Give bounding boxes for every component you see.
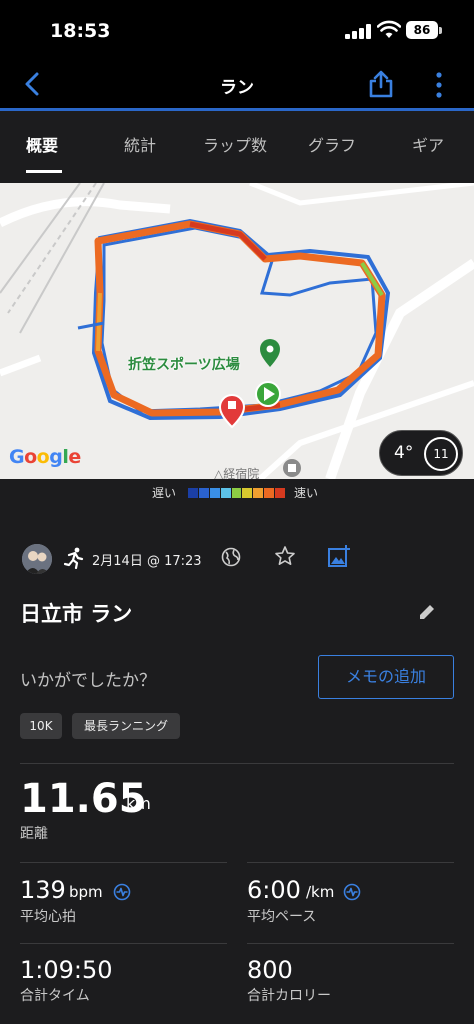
google-logo: Google: [9, 446, 81, 468]
divider: [247, 862, 454, 863]
privacy-globe-icon[interactable]: [221, 547, 241, 567]
tab-bar: 概要 統計 ラップ数 グラフ ギア: [0, 111, 474, 183]
avg-heart-rate-label: 平均心拍: [20, 909, 76, 925]
wind-speed-icon: 11: [424, 437, 458, 471]
page-title: ラン: [220, 78, 254, 98]
legend-swatch: [242, 488, 253, 498]
how-was-it-prompt: いかがでしたか？: [20, 671, 156, 691]
running-activity-icon: [64, 547, 84, 569]
add-photo-icon[interactable]: [327, 544, 351, 568]
battery-indicator: 86: [406, 21, 438, 39]
distance-label: 距離: [20, 826, 48, 842]
avg-pace-value: 6:00: [247, 876, 301, 904]
avg-pace-unit: /km: [306, 883, 335, 901]
weather-temperature: 4°: [394, 443, 414, 463]
total-calories-label: 合計カロリー: [247, 988, 331, 1004]
activity-date: 2月14日 @ 17:23: [92, 554, 202, 569]
legend-swatch: [220, 488, 231, 498]
divider: [20, 763, 454, 764]
heart-rate-sensor-icon: [113, 883, 131, 901]
divider: [20, 943, 227, 944]
activity-title: 日立市 ラン: [20, 602, 133, 626]
avg-heart-rate-value: 139: [20, 876, 66, 904]
pace-sensor-icon: [343, 883, 361, 901]
edit-pencil-icon[interactable]: [416, 601, 438, 623]
distance-unit: km: [126, 794, 151, 813]
legend-swatch: [264, 488, 275, 498]
battery-tip: [439, 27, 442, 34]
wifi-icon: [377, 20, 401, 38]
map-place-label: 折笠スポーツ広場: [128, 357, 240, 373]
legend-slow-label: 遅い: [152, 486, 177, 500]
activity-summary: 2月14日 @ 17:23 日立市 ラン いかがでしたか？ メモの追加 10K …: [0, 505, 474, 1024]
add-memo-button[interactable]: メモの追加: [318, 655, 454, 699]
more-options-icon[interactable]: [433, 72, 445, 98]
tab-overview[interactable]: 概要: [26, 132, 58, 156]
status-time: 18:53: [50, 20, 111, 42]
legend-color-scale: [188, 488, 286, 498]
legend-fast-label: 速い: [294, 486, 319, 500]
legend-swatch: [275, 488, 286, 498]
status-bar: 18:53 86: [0, 0, 474, 62]
legend-swatch: [198, 488, 209, 498]
tab-stats[interactable]: 統計: [124, 132, 156, 156]
tab-gear[interactable]: ギア: [412, 132, 444, 156]
total-time-label: 合計タイム: [20, 988, 90, 1004]
legend-swatch: [188, 488, 198, 498]
active-tab-indicator: [26, 170, 62, 173]
legend-swatch: [231, 488, 242, 498]
avg-heart-rate-unit: bpm: [69, 883, 103, 901]
legend-swatch: [209, 488, 220, 498]
pace-legend: 遅い 速い: [0, 479, 474, 505]
divider: [247, 943, 454, 944]
badge-longest-run: 最長ランニング: [72, 713, 180, 739]
share-icon[interactable]: [368, 70, 394, 98]
weather-chip: 4° 11: [379, 430, 463, 476]
tab-graph[interactable]: グラフ: [308, 132, 356, 156]
legend-swatch: [253, 488, 264, 498]
map-place-label-partial: △経宿院: [214, 467, 260, 479]
tab-laps[interactable]: ラップ数: [203, 132, 267, 156]
divider: [20, 862, 227, 863]
total-time-value: 1:09:50: [20, 956, 113, 984]
avg-pace-label: 平均ペース: [247, 909, 317, 925]
avatar[interactable]: [22, 544, 52, 574]
badge-10k: 10K: [20, 713, 62, 739]
cellular-signal-icon: [345, 24, 371, 39]
total-calories-value: 800: [247, 956, 293, 984]
favorite-star-icon[interactable]: [274, 545, 296, 567]
navigation-bar: ラン: [0, 62, 474, 108]
